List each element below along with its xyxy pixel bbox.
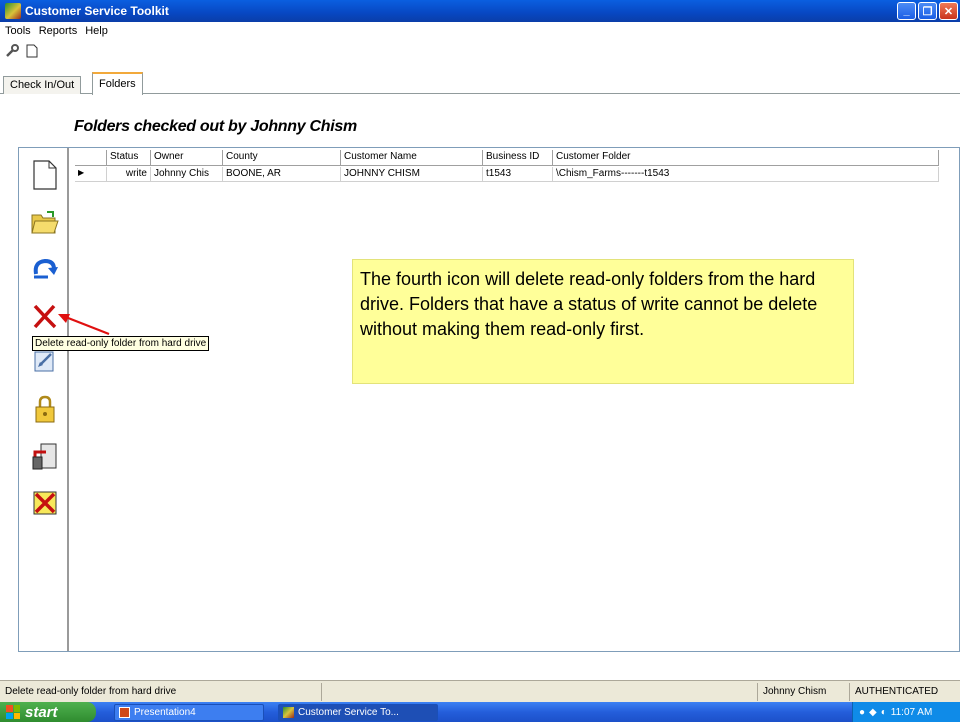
blank-page-icon <box>33 160 57 190</box>
folders-panel: Status Owner County Customer Name Busine… <box>18 147 960 652</box>
menu-help[interactable]: Help <box>84 25 109 37</box>
wrench-icon[interactable] <box>4 43 20 59</box>
row-selector-arrow: ▶ <box>75 167 107 181</box>
refresh-icon <box>33 258 58 279</box>
start-button[interactable]: start <box>0 702 96 722</box>
cell-customer-name: JOHNNY CHISM <box>341 167 483 181</box>
new-folder-button[interactable] <box>30 160 60 190</box>
menu-tools[interactable]: Tools <box>4 25 32 37</box>
cell-owner: Johnny Chis <box>151 167 223 181</box>
cell-county: BOONE, AR <box>223 167 341 181</box>
clock[interactable]: 11:07 AM <box>891 707 933 718</box>
app-icon-small <box>283 706 294 718</box>
menu-reports[interactable]: Reports <box>38 25 79 37</box>
task-label: Presentation4 <box>134 706 196 718</box>
task-customer-service-toolkit[interactable]: Customer Service To... <box>278 703 438 721</box>
tab-strip: Check In/Out Folders <box>0 72 960 95</box>
status-bar: Delete read-only folder from hard drive … <box>0 680 960 702</box>
task-presentation4[interactable]: Presentation4 <box>114 703 264 721</box>
column-header-business-id[interactable]: Business ID <box>483 150 553 165</box>
action-sidebar <box>19 148 69 651</box>
status-user: Johnny Chism <box>758 682 850 701</box>
taskbar: start Presentation4 Customer Service To.… <box>0 702 960 722</box>
minimize-button[interactable]: _ <box>897 2 916 20</box>
annotation-arrow <box>58 314 110 336</box>
column-header-customer-name[interactable]: Customer Name <box>341 150 483 165</box>
tab-label: Check In/Out <box>10 79 75 91</box>
toolbar <box>0 40 960 62</box>
tab-label: Folders <box>99 78 136 90</box>
tab-folders[interactable]: Folders <box>92 72 143 95</box>
lock-icon <box>35 395 55 423</box>
windows-logo-icon <box>6 705 20 719</box>
column-header-status[interactable]: Status <box>107 150 151 165</box>
title-bar: Customer Service Toolkit _ ❐ ✕ <box>0 0 960 22</box>
system-tray: ● ◆ ◐ 11:07 AM <box>852 702 960 722</box>
table-row[interactable]: ▶ write Johnny Chis BOONE, AR JOHNNY CHI… <box>75 167 939 182</box>
lock-button[interactable] <box>30 394 60 424</box>
status-message: Delete read-only folder from hard drive <box>0 682 322 701</box>
column-header-owner[interactable]: Owner <box>151 150 223 165</box>
open-folder-button[interactable] <box>30 207 60 237</box>
refresh-button[interactable] <box>30 254 60 284</box>
open-folder-icon <box>31 211 59 234</box>
network-icon[interactable]: ● <box>859 707 865 718</box>
status-spacer <box>322 682 758 701</box>
check-in-button[interactable] <box>30 441 60 471</box>
powerpoint-icon <box>119 706 130 718</box>
cell-customer-folder: \Chism_Farms-------t1543 <box>553 167 939 181</box>
cell-business-id: t1543 <box>483 167 553 181</box>
app-icon <box>5 3 21 19</box>
callout-note: The fourth icon will delete read-only fo… <box>352 259 854 384</box>
grid-header: Status Owner County Customer Name Busine… <box>75 150 939 166</box>
status-auth: AUTHENTICATED <box>855 686 939 697</box>
page-title: Folders checked out by Johnny Chism <box>74 118 357 135</box>
row-selector-header <box>75 150 107 165</box>
shield-icon[interactable]: ◆ <box>869 707 877 718</box>
check-in-icon <box>32 443 57 470</box>
start-label: start <box>25 703 58 721</box>
close-button[interactable]: ✕ <box>939 2 958 20</box>
new-document-icon[interactable] <box>24 43 40 59</box>
column-header-customer-folder[interactable]: Customer Folder <box>553 150 939 165</box>
folders-grid: Status Owner County Customer Name Busine… <box>75 150 957 650</box>
tooltip: Delete read-only folder from hard drive <box>32 336 210 351</box>
cell-status: write <box>107 167 151 181</box>
edit-document-icon <box>34 351 54 372</box>
column-header-county[interactable]: County <box>223 150 341 165</box>
maximize-button[interactable]: ❐ <box>918 2 937 20</box>
volume-icon[interactable]: ◐ <box>881 707 887 718</box>
cross-box-icon <box>33 491 57 515</box>
window-title: Customer Service Toolkit <box>25 4 169 18</box>
menu-bar: Tools Reports Help <box>0 22 960 40</box>
task-label: Customer Service To... <box>298 706 399 718</box>
delete-all-button[interactable] <box>30 488 60 518</box>
tab-check-in-out[interactable]: Check In/Out <box>3 76 82 94</box>
